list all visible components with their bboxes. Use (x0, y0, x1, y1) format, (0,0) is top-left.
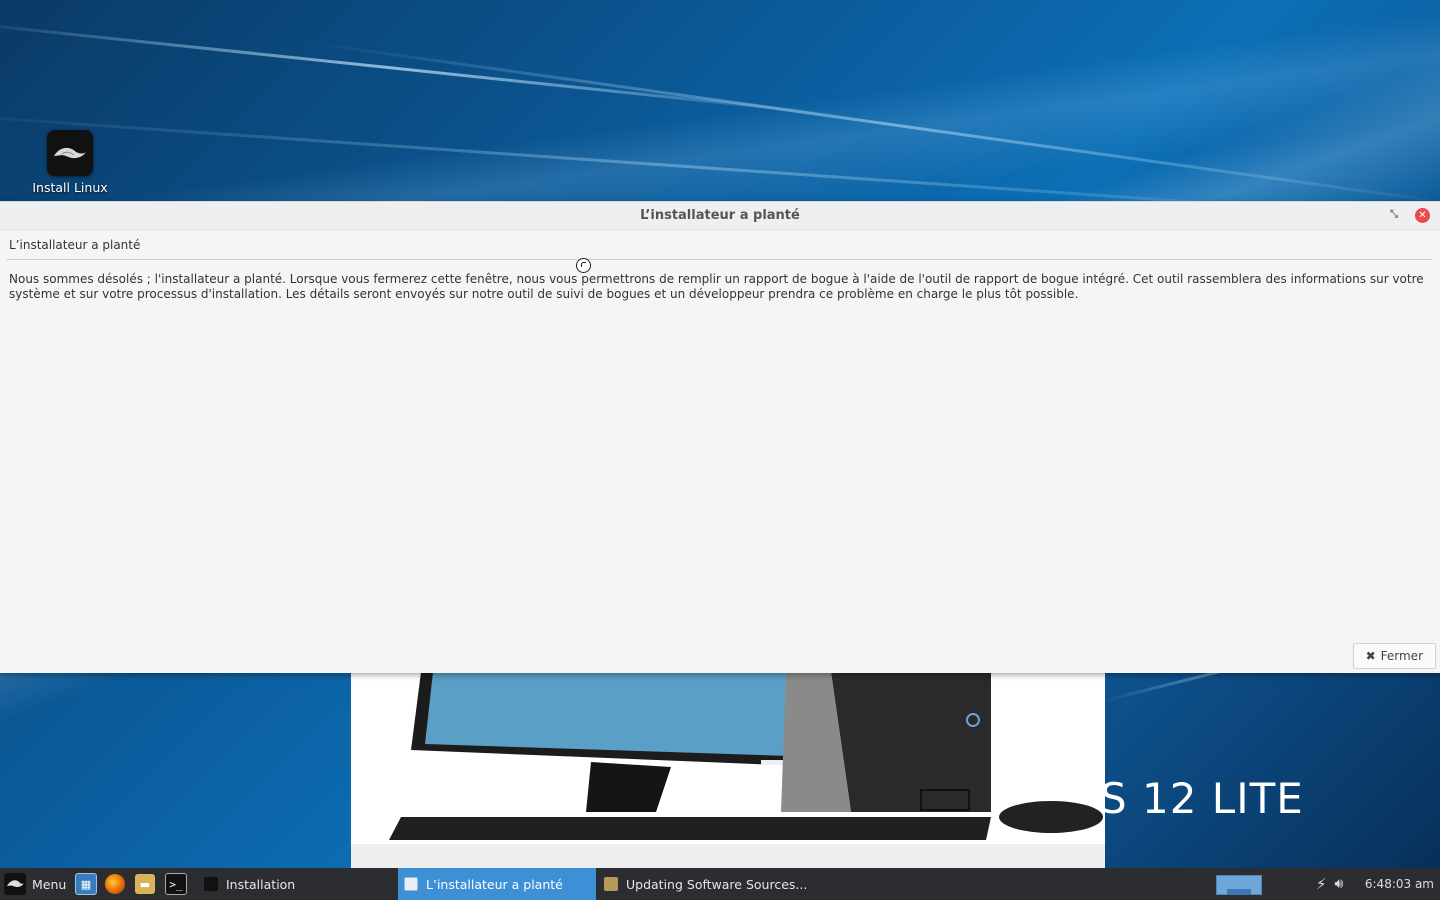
window-close-icon[interactable]: ✕ (1415, 208, 1430, 223)
launcher-terminal[interactable]: >_ (165, 868, 187, 900)
dialog-title: L’installateur a planté (640, 208, 800, 223)
distro-brand-text: S 12 LITE (1100, 774, 1304, 823)
desktop-icon-label: Install Linux (32, 180, 108, 195)
terminal-icon: >_ (165, 873, 187, 895)
slideshow-footer (351, 844, 1105, 868)
system-tray: ⚡ 🔊︎ (1316, 868, 1343, 900)
task-updating-sources[interactable]: Updating Software Sources... (598, 868, 814, 900)
computer-illustration (389, 672, 1103, 840)
task-label: L’installateur a planté (426, 876, 563, 892)
volume-icon[interactable]: 🔊︎ (1335, 876, 1344, 892)
installer-app-icon (204, 877, 218, 891)
menu-label: Menu (32, 876, 67, 892)
crash-dialog: L’installateur a planté ⤡ ✕ L’installate… (0, 201, 1440, 673)
task-label: Updating Software Sources... (626, 876, 808, 892)
task-crash-dialog[interactable]: L’installateur a planté (398, 868, 596, 900)
header-separator (6, 259, 1432, 260)
busy-cursor-icon (576, 258, 591, 273)
install-linux-icon (47, 130, 93, 176)
files-icon: ▬ (135, 874, 155, 894)
menu-button[interactable]: Menu (0, 868, 72, 900)
fermer-button[interactable]: ✖ Fermer (1352, 643, 1436, 669)
restore-icon[interactable]: ⤡ (1388, 209, 1400, 221)
close-icon: ✖ (1365, 649, 1376, 663)
clock[interactable]: 6:48:03 am (1365, 868, 1434, 900)
launcher-firefox[interactable] (105, 868, 125, 900)
linux-lite-logo-icon (4, 873, 26, 895)
wallpaper-streak (299, 40, 1440, 210)
desktop-icon-install-linux[interactable]: Install Linux (20, 128, 120, 195)
dialog-header: L’installateur a planté (9, 238, 141, 252)
task-installation[interactable]: Installation (198, 868, 394, 900)
window-icon (404, 877, 418, 891)
fermer-button-label: Fermer (1380, 649, 1423, 663)
firefox-icon (105, 874, 125, 894)
taskbar: Menu ▦ ▬ >_ Installation L’installateur … (0, 868, 1440, 900)
show-desktop-icon: ▦ (75, 873, 97, 895)
launcher-files[interactable]: ▬ (135, 868, 155, 900)
dialog-titlebar[interactable]: L’installateur a planté ⤡ ✕ (0, 202, 1440, 230)
installer-slideshow (351, 672, 1105, 868)
task-label: Installation (226, 876, 296, 892)
package-icon (604, 877, 618, 891)
wallpaper-streak (0, 20, 846, 118)
launcher-show-desktop[interactable]: ▦ (75, 868, 97, 900)
crash-message: Nous sommes désolés ; l'installateur a p… (9, 272, 1424, 301)
network-icon[interactable]: ⚡ (1316, 875, 1327, 893)
workspace-switcher[interactable] (1216, 875, 1262, 895)
